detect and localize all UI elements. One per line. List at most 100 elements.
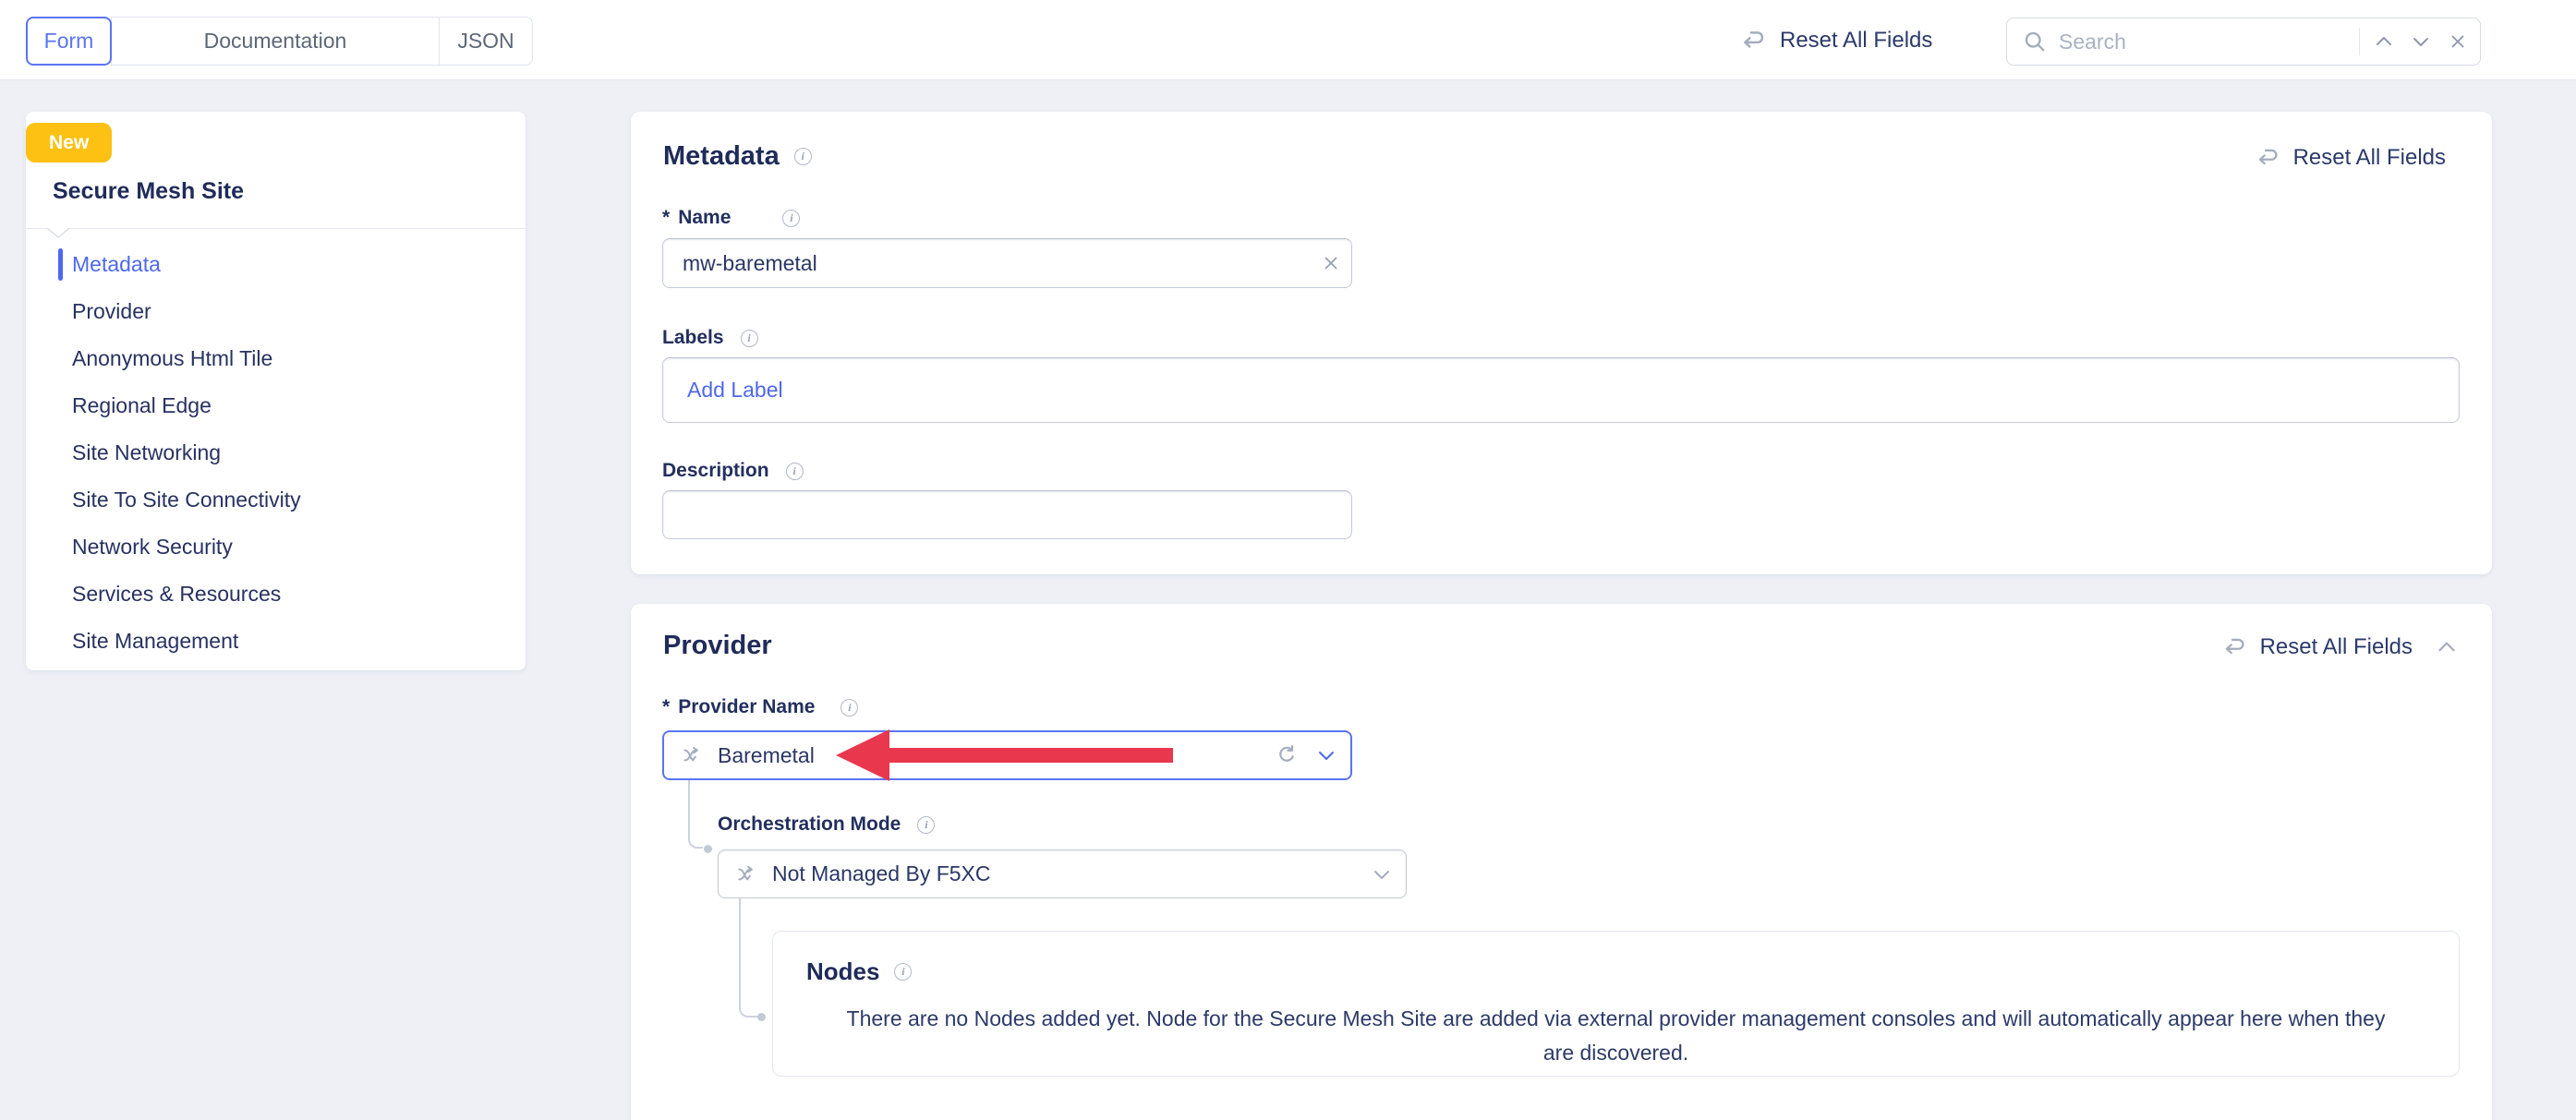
sidebar-item-site-management[interactable]: Site Management [26,618,526,665]
metadata-section-title: Metadata [663,141,812,172]
labels-input-box[interactable]: Add Label [662,357,2460,423]
nodes-title-text: Nodes [806,957,879,986]
sidebar-item-site-networking[interactable]: Site Networking [26,429,526,476]
search-box [2006,18,2481,66]
search-next-icon[interactable] [2402,23,2439,60]
info-icon[interactable] [917,816,935,834]
reset-icon [2222,634,2248,660]
sidebar-item-services-resources[interactable]: Services & Resources [26,571,526,618]
chevron-down-icon[interactable] [1371,863,1393,885]
sidebar-divider [26,228,526,229]
info-icon[interactable] [794,148,812,165]
sidebar-item-network-security[interactable]: Network Security [26,524,526,571]
description-input[interactable] [663,502,1351,527]
description-input-box [662,490,1352,539]
reset-icon [1740,27,1768,54]
reset-icon [2256,145,2281,171]
chevron-down-icon[interactable] [1315,744,1337,766]
search-input[interactable] [2059,30,2355,54]
tree-connector-dot [704,845,712,853]
provider-reset-all-fields-button[interactable]: Reset All Fields [2222,634,2459,660]
description-field-label: Description [662,460,804,482]
name-input-box [662,238,1352,288]
info-icon[interactable] [841,699,858,717]
collapse-notch-icon [46,228,70,239]
view-tabs: Form Documentation JSON [26,17,533,66]
name-field-label: * Name [662,207,800,229]
add-label-button[interactable]: Add Label [687,378,783,403]
labels-label-text: Labels [662,327,724,349]
sidebar-item-label: Metadata [72,252,161,277]
info-icon[interactable] [894,963,912,981]
form-sidebar: New Secure Mesh Site Metadata Provider A… [26,112,526,670]
name-label-text: Name [678,207,731,229]
sidebar-item-provider[interactable]: Provider [26,288,526,335]
provider-name-value: Baremetal [718,743,1275,768]
new-badge-label: New [49,132,89,154]
required-marker: * [662,696,670,718]
provider-name-select[interactable]: Baremetal [662,730,1352,780]
collapse-section-icon[interactable] [2435,635,2459,659]
section-nav: Metadata Provider Anonymous Html Tile Re… [26,241,526,665]
new-badge: New [26,123,112,163]
info-icon[interactable] [782,210,800,227]
sidebar-item-label: Regional Edge [72,393,212,418]
orchestration-mode-field-label: Orchestration Mode [718,813,935,836]
reset-label: Reset All Fields [2260,634,2413,660]
sidebar-item-label: Site To Site Connectivity [72,488,301,512]
provider-name-field-label: * Provider Name [662,696,858,718]
tab-form-label: Form [44,29,94,54]
required-marker: * [662,207,670,229]
reset-all-fields-label: Reset All Fields [1780,28,1932,54]
reset-all-fields-button[interactable]: Reset All Fields [1740,0,1932,80]
tree-connector [688,780,703,849]
metadata-title-text: Metadata [663,141,780,172]
orchestration-mode-select[interactable]: Not Managed By F5XC [718,849,1407,898]
provider-title-text: Provider [663,631,772,661]
nodes-title: Nodes [806,957,912,986]
orchestration-mode-label-text: Orchestration Mode [718,813,901,836]
info-icon[interactable] [741,330,758,347]
clear-name-icon[interactable] [1311,253,1351,273]
sidebar-item-label: Anonymous Html Tile [72,346,272,371]
top-bar: Form Documentation JSON Reset All Fields [0,0,2576,80]
search-close-icon[interactable] [2439,23,2476,60]
sidebar-item-site-to-site-connectivity[interactable]: Site To Site Connectivity [26,476,526,524]
metadata-reset-all-fields-button[interactable]: Reset All Fields [2256,145,2446,171]
refresh-icon[interactable] [1275,743,1299,767]
tab-documentation-label: Documentation [204,29,347,54]
provider-section-title: Provider [663,631,772,661]
sidebar-item-label: Services & Resources [72,582,281,607]
sidebar-item-label: Network Security [72,535,233,560]
name-input[interactable] [663,251,1311,276]
info-icon[interactable] [786,463,804,480]
search-prev-icon[interactable] [2365,23,2402,60]
tab-form[interactable]: Form [26,17,112,66]
sidebar-item-regional-edge[interactable]: Regional Edge [26,382,526,429]
metadata-section: Metadata Reset All Fields * Name [631,112,2492,574]
sidebar-title: Secure Mesh Site [53,178,244,205]
orchestration-mode-value: Not Managed By F5XC [772,861,1371,886]
description-label-text: Description [662,460,769,482]
tree-connector-dot [757,1013,766,1021]
labels-field-label: Labels [662,327,758,349]
tab-json-label: JSON [457,29,514,54]
nodes-subsection: Nodes There are no Nodes added yet. Node… [772,931,2460,1077]
sidebar-item-label: Site Management [72,629,238,654]
sidebar-item-anonymous-html-tile[interactable]: Anonymous Html Tile [26,335,526,382]
tab-json[interactable]: JSON [439,17,533,66]
sidebar-item-metadata[interactable]: Metadata [26,241,526,288]
secure-mesh-site-form-page: Form Documentation JSON Reset All Fields [0,0,2576,1120]
oneof-branch-icon [735,862,759,886]
tree-connector [739,898,759,1018]
sidebar-item-label: Site Networking [72,440,221,465]
search-divider [2359,28,2360,55]
sidebar-item-label: Provider [72,299,151,324]
active-indicator [58,248,63,281]
oneof-branch-icon [681,743,705,767]
tab-documentation[interactable]: Documentation [111,17,440,66]
search-icon [2022,29,2048,54]
reset-label: Reset All Fields [2293,145,2446,171]
nodes-empty-message: There are no Nodes added yet. Node for t… [841,1002,2392,1070]
provider-name-label-text: Provider Name [678,696,815,718]
